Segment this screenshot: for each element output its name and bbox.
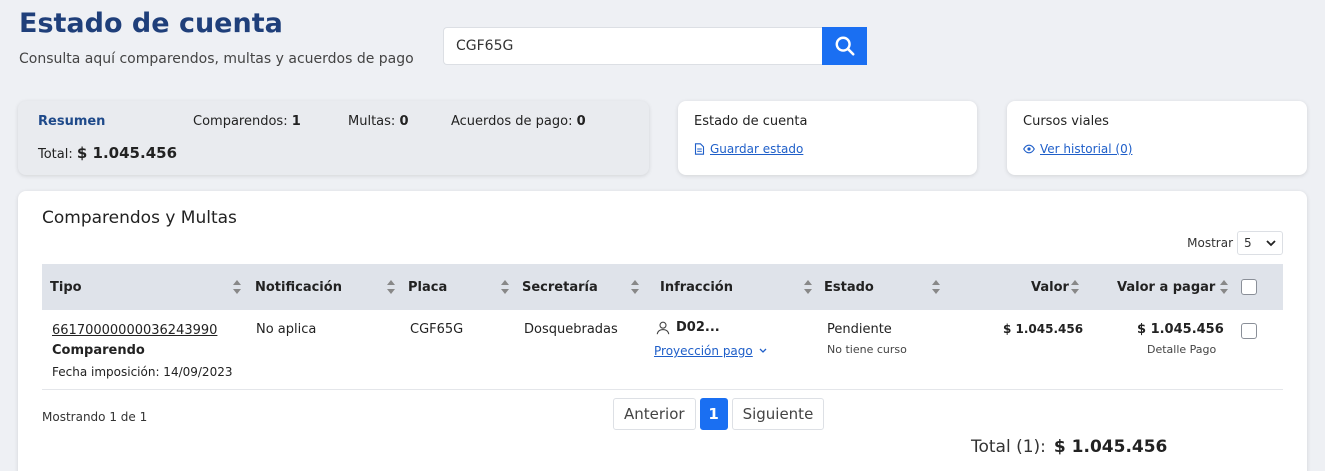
summary-title: Resumen: [38, 114, 106, 129]
summary-card: Resumen Comparendos: 1 Multas: 0 Acuerdo…: [18, 101, 649, 175]
guardar-estado-text[interactable]: Guardar estado: [710, 142, 803, 156]
total-label: Total:: [38, 147, 73, 162]
page-subtitle: Consulta aquí comparendos, multas y acue…: [19, 51, 414, 67]
ver-historial-link[interactable]: Ver historial (0): [1023, 142, 1132, 156]
row-checkbox[interactable]: [1241, 323, 1257, 339]
row-curso: No tiene curso: [827, 343, 907, 356]
row-secretaria: Dosquebradas: [524, 322, 618, 337]
cursos-card-title: Cursos viales: [1023, 114, 1109, 129]
show-select[interactable]: 5: [1237, 231, 1283, 255]
select-all-checkbox[interactable]: [1241, 279, 1257, 295]
col-valor[interactable]: Valor: [1031, 264, 1069, 310]
estado-card: Estado de cuenta Guardar estado: [678, 101, 977, 175]
comparendos-count: Comparendos: 1: [193, 114, 301, 129]
row-placa: CGF65G: [410, 322, 464, 337]
search-bar: [443, 27, 867, 65]
acuerdos-label: Acuerdos de pago:: [451, 114, 573, 129]
row-tipo: Comparendo: [52, 343, 145, 358]
page-title: Estado de cuenta: [19, 8, 283, 39]
grand-total-label: Total (1):: [971, 437, 1046, 457]
row-valor: $ 1.045.456: [1003, 322, 1084, 336]
col-secretaria[interactable]: Secretaría: [522, 264, 598, 310]
row-valor-pagar: $ 1.045.456: [1137, 322, 1224, 337]
eye-icon: [1023, 144, 1035, 154]
page-1-button[interactable]: 1: [699, 398, 728, 430]
cursos-card: Cursos viales Ver historial (0): [1007, 101, 1307, 175]
comparendos-label: Comparendos:: [193, 114, 288, 129]
sort-icon[interactable]: [232, 278, 242, 296]
document-icon: [694, 143, 705, 155]
sort-icon[interactable]: [500, 278, 510, 296]
col-infraccion[interactable]: Infracción: [660, 264, 733, 310]
next-page-button[interactable]: Siguiente: [731, 398, 825, 430]
sort-icon[interactable]: [630, 278, 640, 296]
show-control: Mostrar 5: [1187, 231, 1283, 255]
proyeccion-pago-link[interactable]: Proyección pago: [654, 344, 753, 358]
infraccion-code: D02...: [676, 320, 720, 335]
row-fecha: Fecha imposición: 14/09/2023: [52, 365, 233, 379]
col-placa[interactable]: Placa: [408, 264, 447, 310]
sort-icon[interactable]: [386, 278, 396, 296]
row-infraccion[interactable]: D02...: [656, 320, 720, 335]
sort-icon[interactable]: [1219, 278, 1229, 296]
estado-card-title: Estado de cuenta: [694, 114, 808, 129]
multas-count: Multas: 0: [348, 114, 408, 129]
show-label: Mostrar: [1187, 236, 1233, 250]
prev-page-button[interactable]: Anterior: [613, 398, 696, 430]
page-header: Estado de cuenta Consulta aquí comparend…: [0, 0, 1325, 88]
summary-total: Total: $ 1.045.456: [38, 144, 177, 162]
acuerdos-count: Acuerdos de pago: 0: [451, 114, 586, 129]
chevron-down-icon: [759, 348, 767, 353]
ver-historial-text[interactable]: Ver historial (0): [1040, 142, 1132, 156]
col-valor-pagar[interactable]: Valor a pagar: [1117, 264, 1215, 310]
sort-icon[interactable]: [1070, 278, 1080, 296]
guardar-estado-link[interactable]: Guardar estado: [694, 142, 803, 156]
col-notificacion[interactable]: Notificación: [255, 264, 342, 310]
show-value: 5: [1244, 236, 1252, 250]
row-notificacion: No aplica: [256, 322, 317, 337]
table-row: 66170000000036243990 Comparendo Fecha im…: [42, 310, 1283, 390]
grand-total: Total (1): $ 1.045.456: [971, 437, 1167, 457]
comparendos-card: Comparendos y Multas Mostrar 5 Tipo Noti…: [18, 191, 1307, 471]
search-button[interactable]: [822, 27, 867, 65]
table-header: Tipo Notificación Placa Secretaría Infra…: [42, 264, 1283, 310]
detalle-pago[interactable]: Detalle Pago: [1147, 343, 1216, 356]
chevron-down-icon: [1266, 239, 1276, 246]
sort-icon[interactable]: [803, 278, 813, 296]
section-title: Comparendos y Multas: [42, 208, 237, 228]
row-estado: Pendiente: [827, 322, 892, 337]
col-tipo[interactable]: Tipo: [50, 264, 82, 310]
multas-label: Multas:: [348, 114, 396, 129]
sort-icon[interactable]: [931, 278, 941, 296]
showing-count: Mostrando 1 de 1: [42, 410, 148, 424]
search-input[interactable]: [443, 27, 822, 65]
acuerdos-value: 0: [576, 114, 586, 129]
grand-total-value: $ 1.045.456: [1053, 437, 1168, 457]
user-icon: [656, 321, 670, 334]
pagination: Anterior 1 Siguiente: [613, 398, 825, 430]
proyeccion-pago-toggle[interactable]: Proyección pago: [654, 344, 767, 358]
comparendo-number-link[interactable]: 66170000000036243990: [52, 323, 217, 338]
multas-value: 0: [399, 114, 409, 129]
search-icon: [835, 36, 855, 56]
comparendos-value: 1: [291, 114, 301, 129]
col-estado[interactable]: Estado: [824, 264, 874, 310]
total-value: $ 1.045.456: [76, 144, 178, 162]
